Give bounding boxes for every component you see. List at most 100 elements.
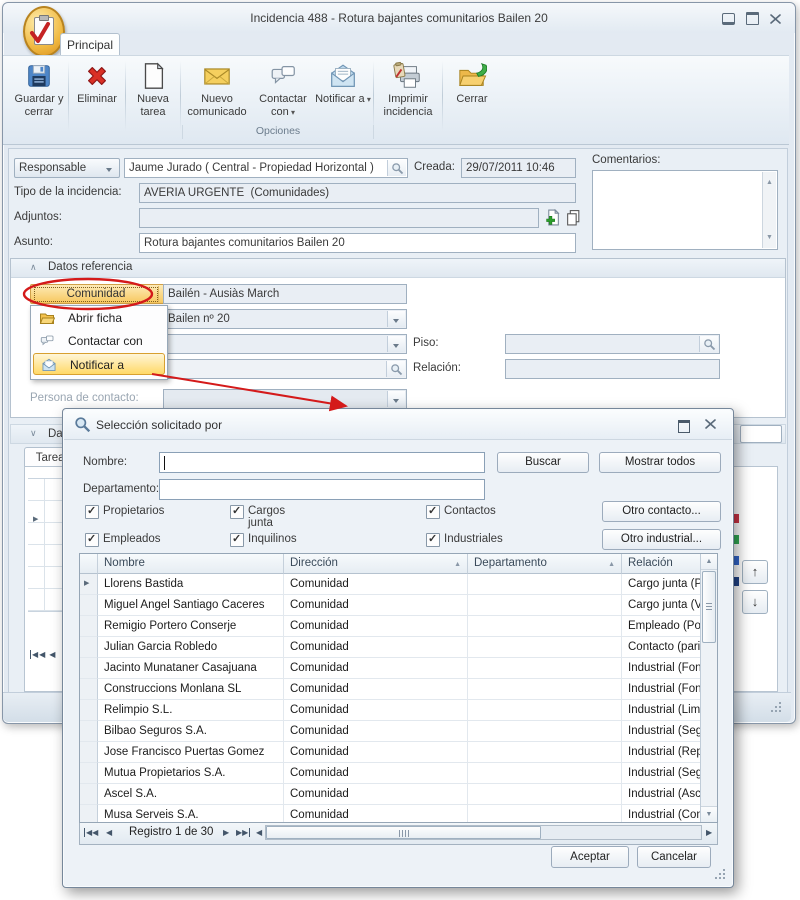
scroll-up-icon[interactable]: ▲ [701, 554, 717, 570]
adjuntos-label: Adjuntos: [14, 211, 62, 223]
move-up-button[interactable]: ↑ [742, 560, 768, 584]
header-direccion[interactable]: Dirección▲ [284, 554, 468, 574]
search-icon[interactable] [386, 361, 405, 377]
new-message-button[interactable]: Nuevo comunicado [182, 58, 252, 134]
nombre-input[interactable] [159, 452, 485, 473]
table-row[interactable]: Jacinto Munataner CasajuanaComunidadIndu… [80, 658, 703, 679]
escalera-combo[interactable] [163, 334, 407, 354]
maximize-icon[interactable] [678, 420, 690, 433]
scrollbar-horizontal[interactable] [265, 825, 702, 840]
scrollbar-thumb[interactable] [266, 826, 541, 839]
otro-industrial-button[interactable]: Otro industrial... [602, 529, 721, 550]
nav-first-icon[interactable]: ◀◀ [30, 650, 46, 659]
window-titlebar: Incidencia 488 - Rotura bajantes comunit… [3, 3, 795, 33]
nav-prev-icon[interactable]: ◀ [49, 650, 56, 659]
record-navigator: ◀◀ ◀ Registro 1 de 30 ▶ ▶▶ ◀ ▶ [79, 823, 718, 845]
responsable-field[interactable]: Jaume Jurado ( Central - Propiedad Horiz… [124, 158, 408, 178]
buscar-button[interactable]: Buscar [497, 452, 589, 473]
print-incident-button[interactable]: Imprimir incidencia [375, 58, 441, 134]
ribbon-separator [68, 61, 69, 131]
edificio-combo[interactable]: Bailen nº 20 [163, 309, 407, 329]
table-row[interactable]: Miguel Angel Santiago CaceresComunidadCa… [80, 595, 703, 616]
mostrar-todos-button[interactable]: Mostrar todos [599, 452, 721, 473]
departamento-input[interactable] [159, 479, 485, 500]
scrollbar-vertical[interactable]: ▲ ▼ [762, 172, 776, 248]
row-indicator [80, 784, 98, 805]
ribbon-separator [442, 61, 443, 131]
nav-first-icon[interactable]: ◀◀ [84, 828, 98, 837]
table-row[interactable]: Bilbao Seguros S.A.ComunidadIndustrial (… [80, 721, 703, 742]
header-nombre[interactable]: Nombre [98, 554, 284, 574]
close-icon[interactable] [770, 14, 781, 24]
contact-with-button[interactable]: Contactar con [252, 58, 314, 134]
table-row[interactable]: Ascel S.A.ComunidadIndustrial (Asc [80, 784, 703, 805]
table-row[interactable]: Remigio Portero ConserjeComunidadEmplead… [80, 616, 703, 637]
delete-button[interactable]: Eliminar [70, 58, 124, 134]
table-row[interactable]: Jose Francisco Puertas GomezComunidadInd… [80, 742, 703, 763]
scrollbar-thumb[interactable] [702, 571, 716, 643]
menu-item-abrir-ficha[interactable]: Abrir ficha [32, 307, 166, 329]
aceptar-button[interactable]: Aceptar [551, 846, 629, 868]
table-row[interactable]: Julian Garcia RobledoComunidadContacto (… [80, 637, 703, 658]
new-task-icon [138, 61, 168, 91]
solicitado-por-field[interactable] [163, 359, 407, 379]
comunidad-split-button[interactable]: Comunidad [30, 284, 180, 304]
adjuntos-field[interactable] [139, 208, 539, 228]
ribbon-group-label: Opciones [182, 125, 374, 139]
header-departamento[interactable]: Departamento▲ [468, 554, 622, 574]
close-icon[interactable] [705, 419, 716, 429]
table-cell: Comunidad [284, 763, 468, 784]
resize-grip-icon[interactable] [779, 702, 781, 704]
table-cell: Industrial (Rep [622, 742, 703, 763]
chevron-down-icon[interactable] [387, 311, 405, 327]
asunto-field[interactable]: Rotura bajantes comunitarios Bailen 20 [139, 233, 576, 253]
table-row[interactable]: Musa Serveis S.A.ComunidadIndustrial (Co… [80, 805, 703, 823]
nav-next-icon[interactable]: ▶ [223, 828, 229, 837]
menu-item-contactar-con[interactable]: Contactar con [32, 330, 166, 352]
table-row[interactable]: ▶Llorens BastidaComunidadCargo junta (P [80, 574, 703, 595]
nav-prev-icon[interactable]: ◀ [106, 828, 112, 837]
new-task-button[interactable]: Nueva tarea [127, 58, 179, 134]
scroll-right-icon[interactable]: ▶ [706, 828, 712, 837]
minimize-icon[interactable] [722, 13, 735, 25]
menu-item-notificar-a[interactable]: Notificar a [33, 353, 165, 375]
departamento-label: Departamento: [83, 483, 159, 495]
piso-field[interactable] [505, 334, 720, 354]
add-attachment-icon[interactable] [544, 209, 561, 229]
close-window-button[interactable]: Cerrar [444, 58, 500, 134]
app-icon[interactable] [23, 6, 65, 57]
otro-contacto-button[interactable]: Otro contacto... [602, 501, 721, 522]
table-row[interactable]: Construccions Monlana SLComunidadIndustr… [80, 679, 703, 700]
print-icon [393, 61, 423, 91]
header-relacion[interactable]: Relación [622, 554, 703, 574]
record-counter: Registro 1 de 30 [129, 826, 213, 838]
table-cell: Cargo junta (V [622, 595, 703, 616]
copy-icon[interactable] [565, 209, 582, 229]
tareas-nav[interactable]: ◀◀ ◀ [30, 650, 56, 659]
table-row[interactable]: Mutua Propietarios S.A.ComunidadIndustri… [80, 763, 703, 784]
collapse-icon[interactable]: ∧ [30, 262, 37, 273]
search-icon[interactable] [699, 336, 718, 352]
nav-last-icon[interactable]: ▶▶ [236, 828, 250, 837]
tab-principal[interactable]: Principal [60, 33, 120, 56]
notify-icon [328, 61, 358, 91]
resize-grip-icon[interactable] [723, 869, 725, 871]
maximize-icon[interactable] [746, 12, 759, 25]
table-cell [468, 637, 622, 658]
scroll-down-icon[interactable]: ▼ [763, 228, 776, 247]
save-close-button[interactable]: Guardar y cerrar [11, 58, 67, 134]
chevron-down-icon[interactable] [387, 336, 405, 352]
move-down-button[interactable]: ↓ [742, 590, 768, 614]
scroll-down-icon[interactable]: ▼ [701, 806, 717, 822]
scroll-up-icon[interactable]: ▲ [763, 173, 776, 192]
scrollbar-vertical[interactable]: ▲ ▼ [700, 554, 717, 822]
comentarios-textarea[interactable]: ▲ ▼ [592, 170, 778, 250]
table-row[interactable]: Relimpio S.L.ComunidadIndustrial (Limp [80, 700, 703, 721]
cancelar-button[interactable]: Cancelar [637, 846, 711, 868]
expand-icon[interactable]: ∨ [30, 428, 37, 439]
scroll-left-icon[interactable]: ◀ [256, 828, 262, 837]
notify-button[interactable]: Notificar a [314, 58, 372, 134]
responsable-dropdown-button[interactable]: Responsable [14, 158, 120, 178]
ribbon-separator [180, 61, 181, 131]
search-icon[interactable] [387, 160, 406, 176]
